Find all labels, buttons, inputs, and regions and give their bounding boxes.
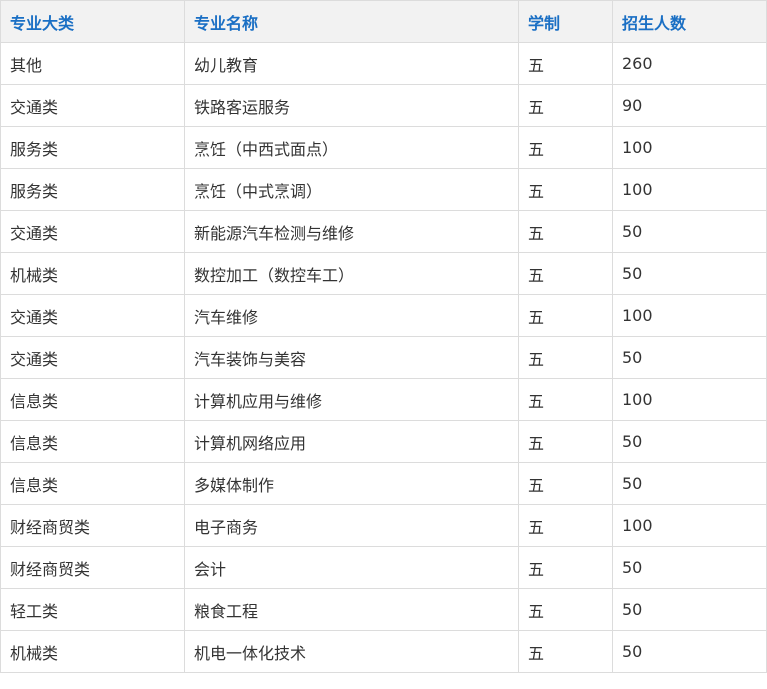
cell-enrollment: 90 [612, 84, 767, 127]
cell-enrollment: 260 [612, 42, 767, 85]
cell-category: 财经商贸类 [0, 504, 185, 547]
cell-major: 数控加工（数控车工） [184, 252, 519, 295]
cell-category: 服务类 [0, 168, 185, 211]
table-row: 其他 幼儿教育五 260 [0, 42, 767, 85]
cell-major: 计算机应用与维修 [184, 378, 519, 421]
table-row: 财经商贸类 电子商务五 100 [0, 504, 767, 547]
cell-major: 多媒体制作 [184, 462, 519, 505]
cell-major: 烹饪（中式烹调） [184, 168, 519, 211]
table-header: 专业大类 专业名称 学制 招生人数 [0, 0, 767, 43]
cell-major: 幼儿教育 [184, 42, 519, 85]
cell-category: 信息类 [0, 420, 185, 463]
table-row: 机械类 数控加工（数控车工）五 50 [0, 252, 767, 295]
table-row: 机械类 机电一体化技术五 50 [0, 630, 767, 673]
table-row: 交通类 汽车装饰与美容五 50 [0, 336, 767, 379]
table-row: 服务类 烹饪（中式烹调）五 100 [0, 168, 767, 211]
cell-duration: 五 [518, 42, 613, 85]
cell-enrollment: 100 [612, 168, 767, 211]
cell-major: 电子商务 [184, 504, 519, 547]
cell-duration: 五 [518, 504, 613, 547]
table-row: 轻工类 粮食工程五 50 [0, 588, 767, 631]
cell-major: 烹饪（中西式面点） [184, 126, 519, 169]
cell-enrollment: 50 [612, 462, 767, 505]
cell-enrollment: 50 [612, 420, 767, 463]
cell-category: 财经商贸类 [0, 546, 185, 589]
cell-major: 汽车维修 [184, 294, 519, 337]
cell-duration: 五 [518, 546, 613, 589]
cell-category: 交通类 [0, 336, 185, 379]
cell-category: 交通类 [0, 210, 185, 253]
cell-category: 交通类 [0, 294, 185, 337]
table-row: 交通类 新能源汽车检测与维修五 50 [0, 210, 767, 253]
cell-duration: 五 [518, 378, 613, 421]
table-row: 交通类 汽车维修五 100 [0, 294, 767, 337]
cell-major: 粮食工程 [184, 588, 519, 631]
cell-enrollment: 100 [612, 294, 767, 337]
cell-duration: 五 [518, 210, 613, 253]
cell-category: 交通类 [0, 84, 185, 127]
header-category: 专业大类 [0, 0, 185, 43]
cell-duration: 五 [518, 630, 613, 673]
cell-duration: 五 [518, 168, 613, 211]
cell-duration: 五 [518, 336, 613, 379]
header-major: 专业名称 [184, 0, 519, 43]
cell-major: 新能源汽车检测与维修 [184, 210, 519, 253]
cell-major: 机电一体化技术 [184, 630, 519, 673]
cell-duration: 五 [518, 126, 613, 169]
cell-major: 铁路客运服务 [184, 84, 519, 127]
enrollment-table: 专业大类 专业名称 学制 招生人数 其他 幼儿教育五 260 交通类 铁路客运服务五 90… [0, 0, 767, 673]
cell-enrollment: 50 [612, 546, 767, 589]
cell-duration: 五 [518, 252, 613, 295]
cell-enrollment: 50 [612, 336, 767, 379]
cell-enrollment: 50 [612, 210, 767, 253]
cell-category: 机械类 [0, 252, 185, 295]
cell-category: 服务类 [0, 126, 185, 169]
cell-category: 信息类 [0, 378, 185, 421]
header-row: 专业大类 专业名称 学制 招生人数 [0, 0, 767, 43]
table-row: 信息类 多媒体制作五 50 [0, 462, 767, 505]
cell-major: 计算机网络应用 [184, 420, 519, 463]
cell-major: 会计 [184, 546, 519, 589]
table-row: 服务类 烹饪（中西式面点）五 100 [0, 126, 767, 169]
table-row: 交通类 铁路客运服务五 90 [0, 84, 767, 127]
table-row: 信息类 计算机应用与维修五 100 [0, 378, 767, 421]
cell-enrollment: 100 [612, 504, 767, 547]
cell-enrollment: 50 [612, 588, 767, 631]
cell-category: 机械类 [0, 630, 185, 673]
cell-duration: 五 [518, 84, 613, 127]
cell-duration: 五 [518, 588, 613, 631]
cell-major: 汽车装饰与美容 [184, 336, 519, 379]
table-row: 财经商贸类 会计五 50 [0, 546, 767, 589]
header-enrollment: 招生人数 [612, 0, 767, 43]
cell-enrollment: 100 [612, 126, 767, 169]
cell-category: 信息类 [0, 462, 185, 505]
cell-enrollment: 100 [612, 378, 767, 421]
cell-enrollment: 50 [612, 630, 767, 673]
cell-duration: 五 [518, 420, 613, 463]
header-duration: 学制 [518, 0, 613, 43]
cell-duration: 五 [518, 462, 613, 505]
table-body: 其他 幼儿教育五 260 交通类 铁路客运服务五 90 服务类 烹饪（中西式面点）五 100 服务… [0, 42, 767, 673]
table-row: 信息类 计算机网络应用五 50 [0, 420, 767, 463]
cell-duration: 五 [518, 294, 613, 337]
cell-category: 轻工类 [0, 588, 185, 631]
cell-category: 其他 [0, 42, 185, 85]
cell-enrollment: 50 [612, 252, 767, 295]
